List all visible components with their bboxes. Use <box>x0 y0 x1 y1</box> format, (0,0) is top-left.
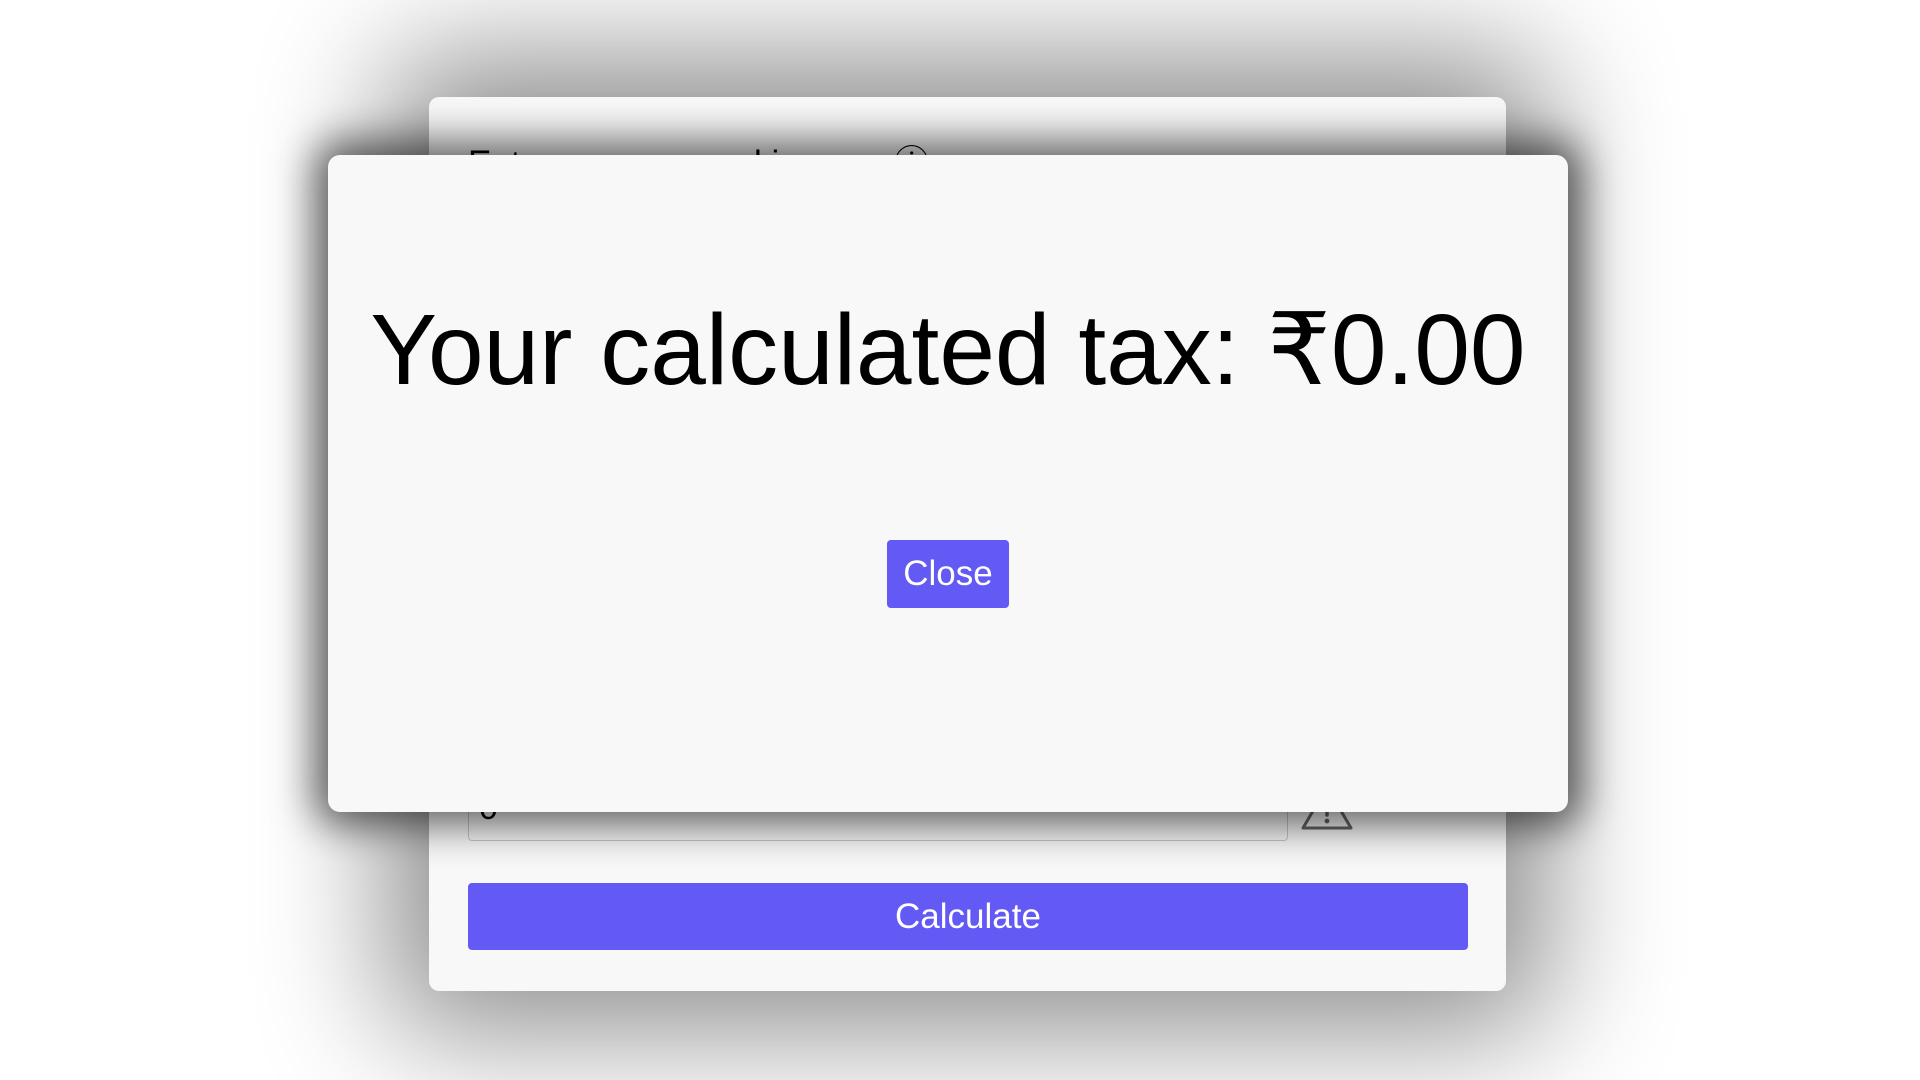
close-button[interactable]: Close <box>887 540 1009 608</box>
tax-result-text: Your calculated tax: ₹0.00 <box>370 294 1526 406</box>
page: Enter gross annual income ⓘ Calculate Yo… <box>0 0 1920 1080</box>
result-modal: Your calculated tax: ₹0.00 Close <box>328 155 1568 812</box>
calculate-button[interactable]: Calculate <box>468 883 1468 950</box>
